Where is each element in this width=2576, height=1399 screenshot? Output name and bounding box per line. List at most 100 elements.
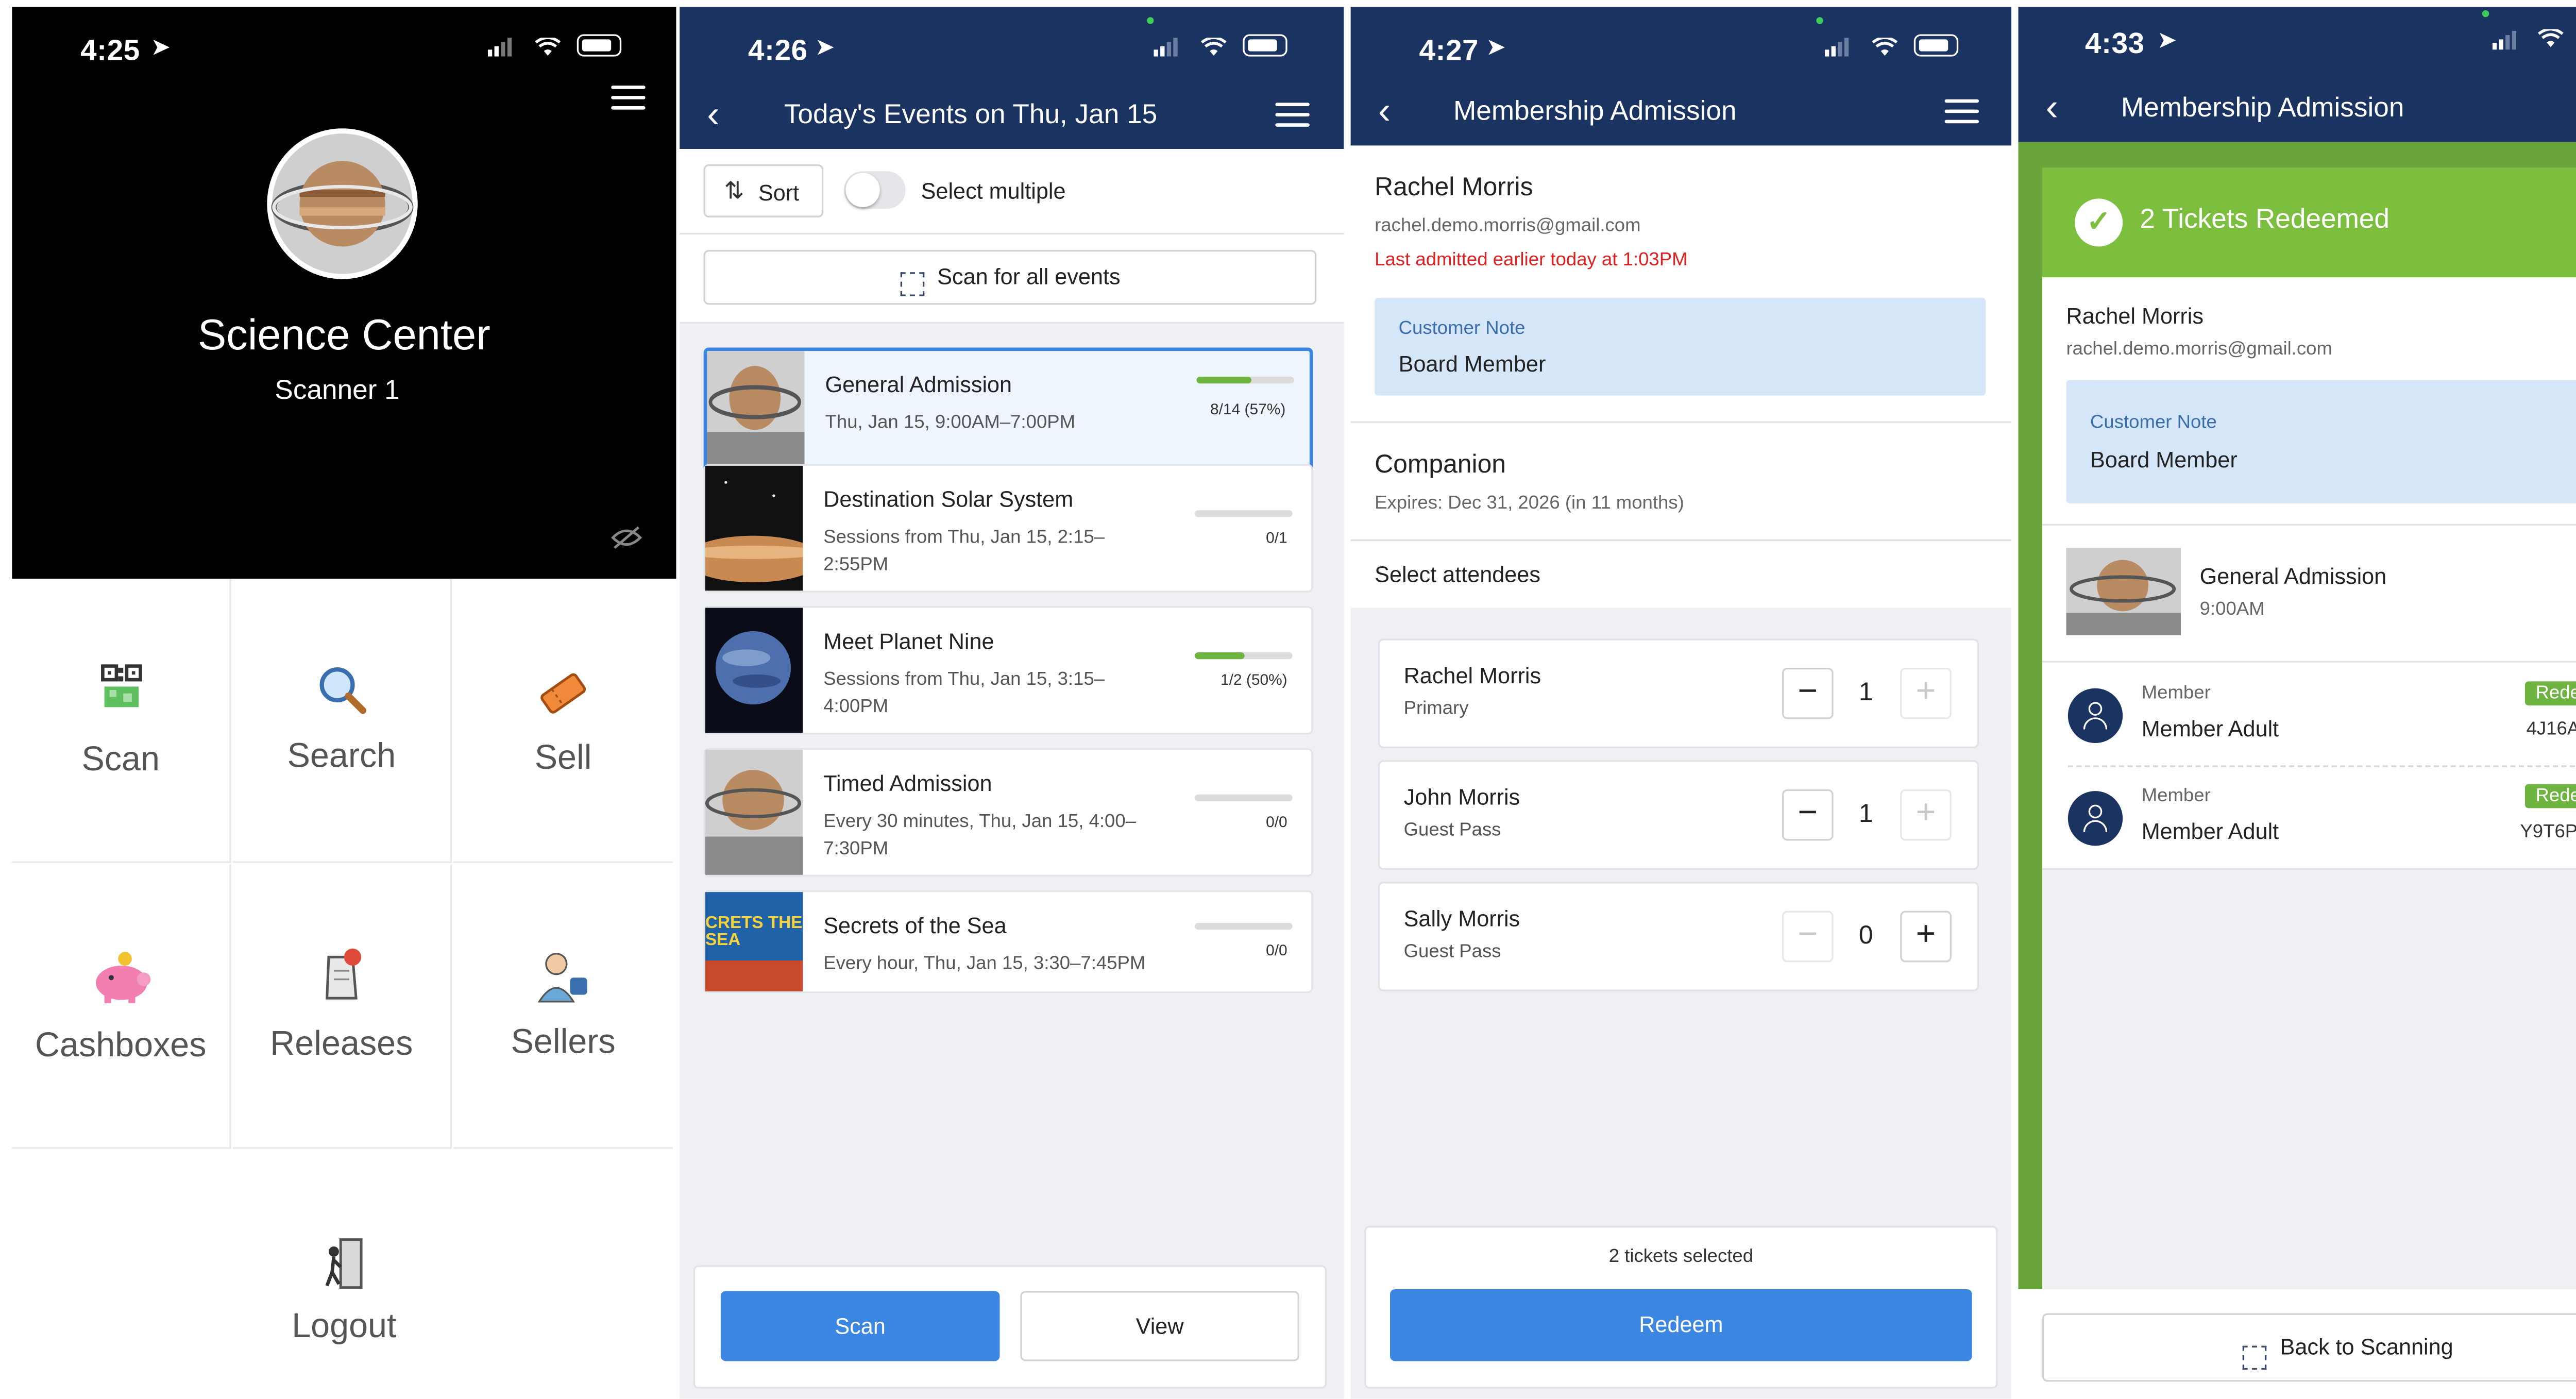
cashboxes-label: Cashboxes: [35, 1027, 207, 1065]
location-arrow-icon: ➤: [815, 32, 835, 60]
sell-tile[interactable]: Sell: [453, 579, 673, 863]
divider: [1350, 421, 2012, 423]
ticket-row: Member Member Adult Redeemed Y9T6PNH125: [2042, 765, 2576, 868]
logout-label: Logout: [292, 1308, 397, 1346]
decrement-button[interactable]: −: [1782, 911, 1834, 963]
attendee-name: John Morris: [1403, 784, 1520, 810]
membership-type: Companion: [1375, 450, 1506, 480]
decrement-button[interactable]: −: [1782, 789, 1834, 841]
hidden-eye-icon[interactable]: [611, 526, 642, 550]
avatar: [267, 128, 418, 279]
sellers-tile[interactable]: Sellers: [453, 865, 673, 1149]
releases-tile[interactable]: Releases: [232, 864, 452, 1149]
view-button[interactable]: View: [1020, 1291, 1299, 1361]
menu-icon[interactable]: [1944, 99, 1979, 124]
back-to-scanning-button[interactable]: Back to Scanning: [2042, 1313, 2576, 1382]
back-chevron-icon[interactable]: ‹: [2046, 86, 2058, 130]
increment-button[interactable]: +: [1900, 667, 1952, 719]
seller-icon: [537, 953, 587, 1003]
note-value: Board Member: [2090, 447, 2238, 473]
event-subtitle: Every 30 minutes, Thu, Jan 15, 4:00–7:30…: [823, 811, 1137, 859]
back-chevron-icon[interactable]: ‹: [707, 92, 719, 137]
event-card[interactable]: Destination Solar System Sessions from T…: [703, 464, 1313, 593]
event-thumbnail: [707, 351, 805, 473]
piggy-bank-icon: [95, 952, 150, 1004]
attendee-type: Guest Pass: [1403, 941, 1501, 963]
person-icon: [2067, 791, 2123, 846]
cellular-signal-icon: [1154, 38, 1178, 57]
success-banner: ✓ 2 Tickets Redeemed: [2042, 167, 2576, 278]
event-progress-bar: [1195, 652, 1293, 660]
status-bar: 4:33 ➤: [2018, 7, 2576, 86]
sellers-label: Sellers: [511, 1023, 616, 1062]
scan-all-label: Scan for all events: [937, 263, 1121, 290]
scan-button[interactable]: Scan: [720, 1291, 1000, 1361]
search-label: Search: [287, 738, 396, 776]
cellular-signal-icon: [487, 38, 512, 57]
attendee-row: Rachel Morris Primary − 1 +: [1378, 638, 1979, 749]
divider: [680, 232, 1344, 235]
wifi-icon: [1200, 38, 1227, 56]
customer-note: Customer Note Board Member: [2066, 380, 2576, 503]
cellular-signal-icon: [1824, 38, 1849, 57]
menu-icon[interactable]: [611, 86, 646, 110]
attendee-row: Sally Morris Guest Pass − 0 +: [1378, 882, 1979, 991]
nav-bar: 4:27 ➤ ‹ Membership Admission: [1350, 7, 2012, 146]
event-card[interactable]: General Admission Thu, Jan 15, 9:00AM–7:…: [703, 347, 1313, 476]
scan-label: Scan: [81, 741, 160, 779]
event-progress-bar: [1196, 376, 1294, 384]
event-count: 0/1: [1266, 529, 1287, 546]
logout-tile[interactable]: Logout: [12, 1151, 676, 1399]
customer-note: Customer Note Board Member: [1375, 298, 1986, 396]
event-thumbnail: [705, 465, 803, 591]
camera-indicator: [2482, 10, 2489, 18]
camera-indicator: [1816, 17, 1823, 24]
cashboxes-tile[interactable]: Cashboxes: [12, 864, 231, 1149]
event-title: General Admission: [825, 372, 1012, 397]
page-title: Membership Admission: [1453, 97, 1737, 127]
battery-icon: [577, 34, 622, 57]
redeem-button[interactable]: Redeem: [1390, 1289, 1972, 1361]
event-subtitle: Sessions from Thu, Jan 15, 3:15–4:00PM: [823, 669, 1105, 718]
event-thumbnail: [705, 750, 803, 875]
search-tile[interactable]: Search: [232, 579, 452, 863]
ticket-name: Member Adult: [2141, 818, 2279, 845]
location-arrow-icon: ➤: [2157, 25, 2177, 54]
event-card[interactable]: Meet Planet Nine Sessions from Thu, Jan …: [703, 606, 1313, 735]
member-details: Rachel Morris rachel.demo.morris@gmail.c…: [1350, 145, 2012, 608]
attendee-name: Sally Morris: [1403, 905, 1520, 932]
status-time: 4:27: [1419, 34, 1479, 67]
divider: [1350, 539, 2012, 541]
sort-label: Sort: [758, 179, 800, 206]
menu-icon[interactable]: [1275, 103, 1310, 127]
member-email: rachel.demo.morris@gmail.com: [1375, 215, 1641, 237]
event-subtitle: Thu, Jan 15, 9:00AM–7:00PM: [825, 412, 1076, 433]
ticket-type-label: Member: [2141, 786, 2211, 806]
attendee-type: Primary: [1403, 698, 1469, 719]
event-progress-bar: [1195, 794, 1293, 802]
increment-button[interactable]: +: [1900, 789, 1952, 841]
sort-icon: ⇅: [724, 176, 744, 204]
back-chevron-icon[interactable]: ‹: [1378, 89, 1391, 133]
decrement-button[interactable]: −: [1782, 667, 1834, 719]
event-title: General Admission: [2199, 563, 2387, 589]
scan-all-events-button[interactable]: Scan for all events: [703, 250, 1317, 305]
sort-button[interactable]: ⇅ Sort: [703, 164, 824, 217]
event-card[interactable]: Timed Admission Every 30 minutes, Thu, J…: [703, 748, 1313, 877]
scan-tile[interactable]: Scan: [12, 579, 231, 863]
person-icon: [2067, 688, 2123, 744]
event-count: 0/0: [1266, 941, 1287, 959]
select-multiple-toggle[interactable]: [844, 171, 906, 209]
attendee-name: Rachel Morris: [1403, 662, 1541, 688]
bottom-actions: 2 tickets selected Redeem: [1364, 1226, 1998, 1389]
sea-thumbnail-text: CRETS THE SEA: [705, 914, 803, 951]
wifi-icon: [1872, 38, 1898, 56]
increment-button[interactable]: +: [1900, 911, 1952, 963]
event-card[interactable]: CRETS THE SEA Secrets of the Sea Every h…: [703, 890, 1313, 993]
magnifier-icon: [318, 667, 366, 714]
event-title: Timed Admission: [823, 770, 992, 797]
status-time: 4:26: [748, 34, 808, 67]
membership-admission-screen: 4:27 ➤ ‹ Membership Admission Rachel Mor…: [1350, 7, 2012, 1399]
ticket-row: Member Member Adult Redeemed 4J16APS2L4: [2042, 663, 2576, 765]
banner-text: 2 Tickets Redeemed: [2140, 205, 2390, 235]
